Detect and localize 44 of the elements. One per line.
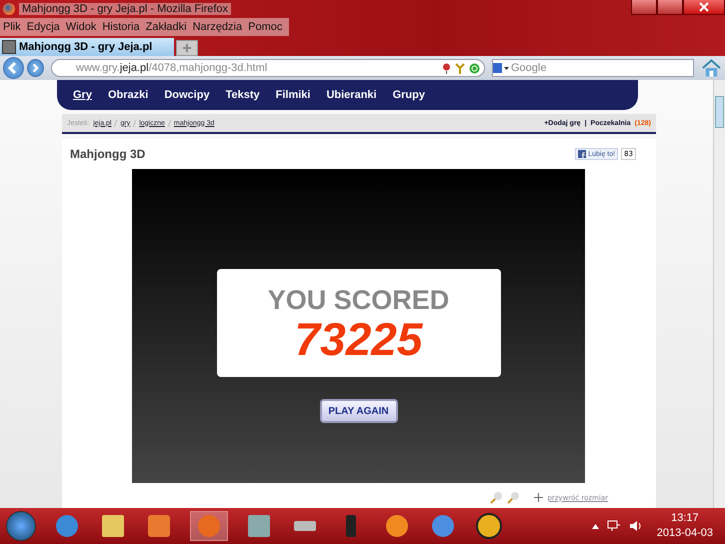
site-nav-link[interactable]: Obrazki (108, 89, 148, 101)
scrollbar[interactable] (713, 80, 725, 508)
location-pin-icon[interactable] (442, 62, 451, 74)
new-tab-button[interactable] (176, 40, 198, 56)
minimize-button[interactable] (631, 0, 657, 15)
window-title: Mahjongg 3D - gry Jeja.pl - Mozilla Firefox (19, 3, 232, 15)
plus-icon (183, 44, 191, 52)
speaker-icon[interactable] (628, 520, 643, 532)
site-nav-link[interactable]: Gry (73, 89, 92, 101)
menu-item[interactable]: Zakładki (142, 21, 190, 33)
clock[interactable]: 13:17 2013-04-03 (650, 511, 719, 541)
back-button[interactable] (3, 57, 24, 79)
close-button[interactable] (683, 0, 725, 15)
site-nav-link[interactable]: Teksty (226, 89, 260, 101)
site-nav-link[interactable]: Ubieranki (326, 89, 377, 101)
site-nav-link[interactable]: Filmiki (276, 89, 310, 101)
maximize-button[interactable] (657, 0, 683, 15)
score-heading: YOU SCORED (268, 284, 450, 316)
score-value: 73225 (294, 316, 422, 362)
start-button[interactable] (6, 511, 36, 541)
refresh-icon[interactable] (469, 62, 480, 74)
game-title: Mahjongg 3D (70, 147, 146, 161)
search-field[interactable]: Google (492, 59, 694, 77)
move-icon (534, 493, 544, 502)
browser-tab[interactable]: Mahjongg 3D - gry Jeja.pl (0, 38, 174, 56)
menu-item[interactable]: Historia (99, 21, 143, 33)
menu-item[interactable]: Widok (62, 21, 100, 33)
menu-item[interactable]: Narzędzia (190, 21, 246, 33)
play-again-button[interactable]: PLAY AGAIN (320, 399, 398, 423)
menu-item[interactable]: Pomoc (245, 21, 286, 33)
network-icon[interactable] (606, 520, 621, 532)
site-nav-link[interactable]: Dowcipy (164, 89, 210, 101)
address-field[interactable]: www.gry.jeja.pl/4078,mahjongg-3d.html (51, 59, 485, 77)
site-nav-link[interactable]: Grupy (392, 89, 425, 101)
menu-item[interactable]: Plik (0, 21, 24, 33)
tray-arrow-icon[interactable] (592, 524, 599, 528)
close-icon (699, 2, 709, 12)
home-icon[interactable] (701, 58, 722, 78)
menu-item[interactable]: Edycja (24, 21, 63, 33)
thumb-logo-icon (578, 150, 586, 158)
search-engine-icon[interactable] (493, 63, 509, 73)
zoom-out-icon[interactable] (507, 491, 520, 504)
forward-button[interactable] (26, 59, 44, 77)
zoom-in-icon[interactable] (490, 491, 504, 504)
